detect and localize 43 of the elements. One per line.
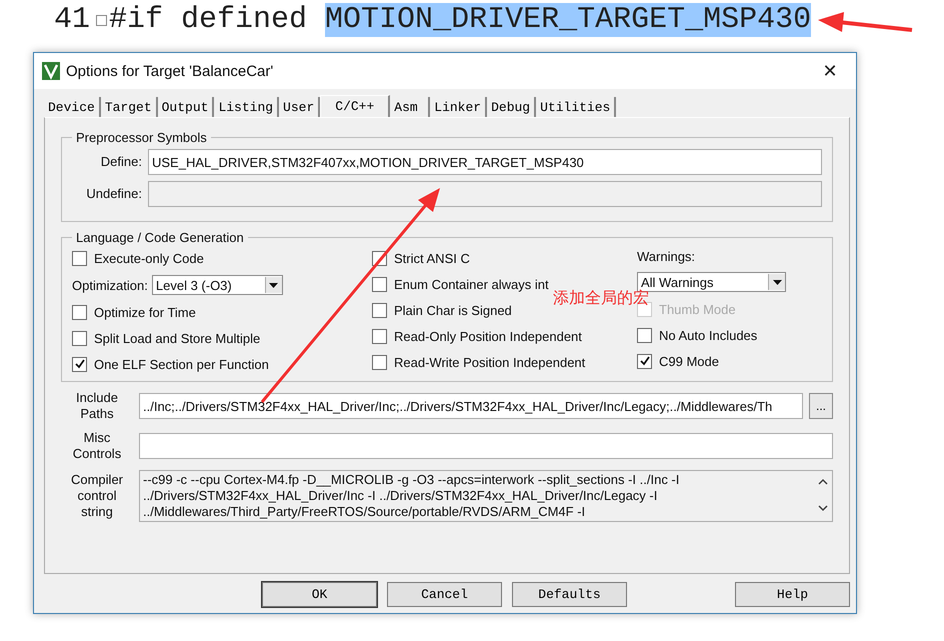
browse-button[interactable]: ... bbox=[809, 393, 833, 419]
fold-icon[interactable] bbox=[96, 14, 107, 26]
group-title: Preprocessor Symbols bbox=[75, 130, 208, 145]
checkbox[interactable]: One ELF Section per Function bbox=[72, 355, 269, 373]
checkbox[interactable]: Optimize for Time bbox=[72, 303, 196, 321]
undefine-label: Undefine: bbox=[85, 186, 142, 202]
checkbox[interactable]: Strict ANSI C bbox=[372, 249, 470, 267]
undefine-field[interactable] bbox=[148, 181, 822, 207]
checkmark-icon bbox=[74, 359, 84, 369]
line-number: 41 bbox=[52, 3, 91, 37]
checkbox[interactable]: Split Load and Store Multiple bbox=[72, 329, 260, 347]
checkbox[interactable]: Read-Write Position Independent bbox=[372, 353, 586, 371]
code-text: #if defined bbox=[109, 3, 308, 37]
checkbox[interactable]: No Auto Includes bbox=[637, 326, 758, 344]
app-logo-icon bbox=[42, 62, 60, 80]
group-title: Language / Code Generation bbox=[75, 230, 245, 245]
dropdown-arrow-icon bbox=[269, 282, 278, 288]
window-title: Options for Target 'BalanceCar' bbox=[66, 62, 274, 80]
include-paths-field[interactable]: ../Inc;../Drivers/STM32F4xx_HAL_Driver/Inc;../Drivers/STM32F4xx_HAL_Driver/Inc/Legacy;../Middlewares/Th bbox=[139, 393, 803, 419]
checkbox[interactable]: Read-Only Position Independent bbox=[372, 327, 582, 345]
define-field[interactable]: USE_HAL_DRIVER,STM32F407xx,MOTION_DRIVER_TARGET_MSP430 bbox=[148, 149, 822, 175]
checkbox[interactable]: C99 Mode bbox=[637, 352, 719, 370]
checkbox[interactable]: Execute-only Code bbox=[72, 249, 204, 267]
misc-controls-field[interactable] bbox=[139, 433, 833, 459]
selected-code-text: MOTION_DRIVER_TARGET_MSP430 bbox=[325, 3, 812, 37]
dialog-button[interactable]: Help bbox=[735, 582, 850, 607]
compiler-control-label: Compiler control string bbox=[70, 472, 124, 520]
dialog-button[interactable]: OK bbox=[262, 582, 377, 607]
checkbox[interactable]: Plain Char is Signed bbox=[372, 301, 512, 319]
compiler-control-field[interactable]: --c99 -c --cpu Cortex-M4.fp -D__MICROLIB -g -O3 --apcs=interwork --split_sections -I ../Inc -I ../Drivers/STM32F4xx_HAL_Driver/Inc -I ../Drivers/STM32F4xx_HAL_Driver/Inc/Legacy -I ../Middlewares/Third_Party/FreeRTOS/Source/portable/RVDS/ARM_CM4F -I bbox=[139, 470, 833, 522]
dialog-button[interactable]: Defaults bbox=[512, 582, 627, 607]
define-label: Define: bbox=[100, 154, 142, 170]
include-paths-label: Include Paths bbox=[75, 390, 119, 422]
close-button[interactable]: ✕ bbox=[812, 56, 848, 86]
dropdown[interactable]: Level 3 (-O3) bbox=[152, 275, 283, 295]
warnings-label: Warnings: bbox=[637, 249, 696, 264]
dropdown-arrow-icon bbox=[772, 280, 782, 284]
checkmark-icon bbox=[640, 356, 650, 366]
tab[interactable]: C/C++ bbox=[320, 95, 390, 117]
checkbox[interactable]: Enum Container always int bbox=[372, 275, 549, 293]
misc-controls-label: Misc Controls bbox=[72, 430, 122, 462]
optimization-label: Optimization: bbox=[72, 278, 148, 292]
dialog-button[interactable]: Cancel bbox=[387, 582, 502, 607]
